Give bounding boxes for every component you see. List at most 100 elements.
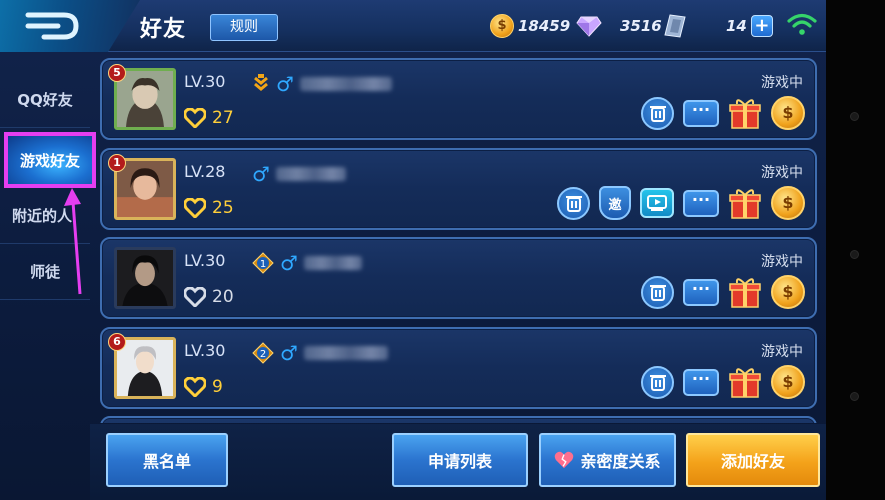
diamond-amount: 3516 <box>620 17 662 35</box>
intimacy-value: 27 <box>212 108 234 128</box>
add-friend-button[interactable]: 添加好友 <box>686 433 820 487</box>
delete-button[interactable] <box>557 186 590 220</box>
intimacy: 20 <box>184 287 234 307</box>
friend-level: LV.28 <box>184 162 226 181</box>
sidebar-item-qq-friends[interactable]: QQ好友 <box>0 72 90 128</box>
message-icon: ··· <box>691 99 711 119</box>
heart-icon <box>184 377 206 397</box>
invite-button[interactable]: 邀 <box>599 186 631 220</box>
coin-send-icon[interactable]: $ <box>771 275 805 309</box>
friend-list[interactable]: 5 LV.30 27 ♂ 游戏中 ··· $ 1 LV.28 25 ♂ 游戏中 … <box>100 56 817 423</box>
friend-row[interactable]: 5 LV.30 27 ♂ 游戏中 ··· $ <box>100 58 817 140</box>
male-icon: ♂ <box>280 341 298 365</box>
broken-heart-icon <box>555 451 574 469</box>
rank-badge: 6 <box>108 333 126 351</box>
rank-badge: 5 <box>108 64 126 82</box>
game-screen: 好友 规则 $ 18459 3516 14 + QQ好友 游戏好友 附近的人 师… <box>0 0 826 500</box>
status-text: 游戏中 <box>761 165 803 181</box>
coin-send-icon[interactable]: $ <box>771 365 805 399</box>
bottom-bar: 黑名单 申请列表 亲密度关系 添加好友 <box>90 424 826 500</box>
back-button[interactable] <box>0 0 140 52</box>
rank-chevron-icon <box>254 74 268 91</box>
diamond-counter: 3516 <box>576 14 662 38</box>
annotation-arrow <box>64 188 82 295</box>
delete-button[interactable] <box>641 365 674 399</box>
blurred-name <box>275 167 346 181</box>
friend-tags: 1 ♂ <box>252 251 362 275</box>
friend-tags: ♂ <box>252 72 392 96</box>
coupon-amount: 14 <box>726 17 747 35</box>
recharge-plus-button[interactable]: + <box>750 15 773 37</box>
back-icon <box>25 12 79 40</box>
row-actions: ··· $ <box>641 275 805 309</box>
avatar-portrait <box>117 71 173 127</box>
row-actions: ··· $ <box>641 365 805 399</box>
coupon-counter: 14 + <box>664 14 773 38</box>
gift-icon[interactable] <box>728 365 762 399</box>
coin-icon: $ <box>490 14 514 38</box>
rank-badge: 1 <box>108 154 126 172</box>
gift-icon[interactable] <box>728 186 762 220</box>
avatar-portrait <box>117 161 173 217</box>
intimacy-value: 20 <box>212 287 234 307</box>
intimacy-relations-button[interactable]: 亲密度关系 <box>539 433 676 487</box>
intimacy: 25 <box>184 198 234 218</box>
rank-badge-number: 2 <box>260 349 266 360</box>
intimacy-value: 25 <box>212 198 234 218</box>
heart-icon <box>184 108 206 128</box>
rank-badge-icon: 2 <box>252 342 274 364</box>
page-title: 好友 <box>140 17 187 42</box>
coin-counter: $ 18459 <box>490 14 570 38</box>
blurred-name <box>299 77 392 91</box>
friend-row[interactable]: LV.30 20 1 ♂ 游戏中 ··· $ <box>100 237 817 319</box>
coupon-icon <box>664 14 686 38</box>
intimacy: 9 <box>184 377 223 397</box>
friend-tags: ♂ <box>252 162 346 186</box>
rules-button[interactable]: 规则 <box>210 14 278 41</box>
friend-row[interactable] <box>100 416 817 423</box>
bezel-sensor <box>850 392 859 401</box>
top-bar: 好友 规则 $ 18459 3516 14 + <box>0 0 826 52</box>
status-text: 游戏中 <box>761 254 803 270</box>
coin-send-icon[interactable]: $ <box>771 186 805 220</box>
message-icon: ··· <box>691 189 711 209</box>
message-icon: ··· <box>691 368 711 388</box>
status-text: 游戏中 <box>761 75 803 91</box>
message-icon: ··· <box>691 278 711 298</box>
friend-level: LV.30 <box>184 251 226 270</box>
friend-row[interactable]: 1 LV.28 25 ♂ 游戏中 邀 ··· $ <box>100 148 817 230</box>
message-button[interactable]: ··· <box>683 368 719 396</box>
message-button[interactable]: ··· <box>683 278 719 306</box>
delete-icon <box>649 106 666 122</box>
sidebar-item-game-friends[interactable]: 游戏好友 <box>4 132 96 188</box>
heart-icon <box>184 198 206 218</box>
status-text: 游戏中 <box>761 344 803 360</box>
requests-button[interactable]: 申请列表 <box>392 433 528 487</box>
male-icon: ♂ <box>276 72 294 96</box>
coin-send-icon[interactable]: $ <box>771 96 805 130</box>
intimacy-value: 9 <box>212 377 223 397</box>
friend-row[interactable]: 6 LV.30 9 2 ♂ 游戏中 ··· $ <box>100 327 817 409</box>
blurred-name <box>303 346 388 360</box>
blacklist-button[interactable]: 黑名单 <box>106 433 228 487</box>
intimacy-relations-label: 亲密度关系 <box>580 452 661 471</box>
message-button[interactable]: ··· <box>683 99 719 127</box>
male-icon: ♂ <box>252 162 270 186</box>
delete-icon <box>649 375 666 391</box>
avatar-portrait <box>117 250 173 306</box>
gift-icon[interactable] <box>728 96 762 130</box>
video-button[interactable] <box>640 188 674 218</box>
video-icon <box>647 195 667 211</box>
avatar[interactable] <box>114 247 176 309</box>
rank-badge-icon: 1 <box>252 252 274 274</box>
row-actions: ··· $ <box>641 96 805 130</box>
delete-button[interactable] <box>641 96 674 130</box>
message-button[interactable]: ··· <box>683 189 719 217</box>
intimacy: 27 <box>184 108 234 128</box>
delete-button[interactable] <box>641 275 674 309</box>
wifi-icon <box>787 13 817 35</box>
friend-level: LV.30 <box>184 72 226 91</box>
gift-icon[interactable] <box>728 275 762 309</box>
bezel-sensor <box>850 112 859 121</box>
heart-icon <box>184 287 206 307</box>
